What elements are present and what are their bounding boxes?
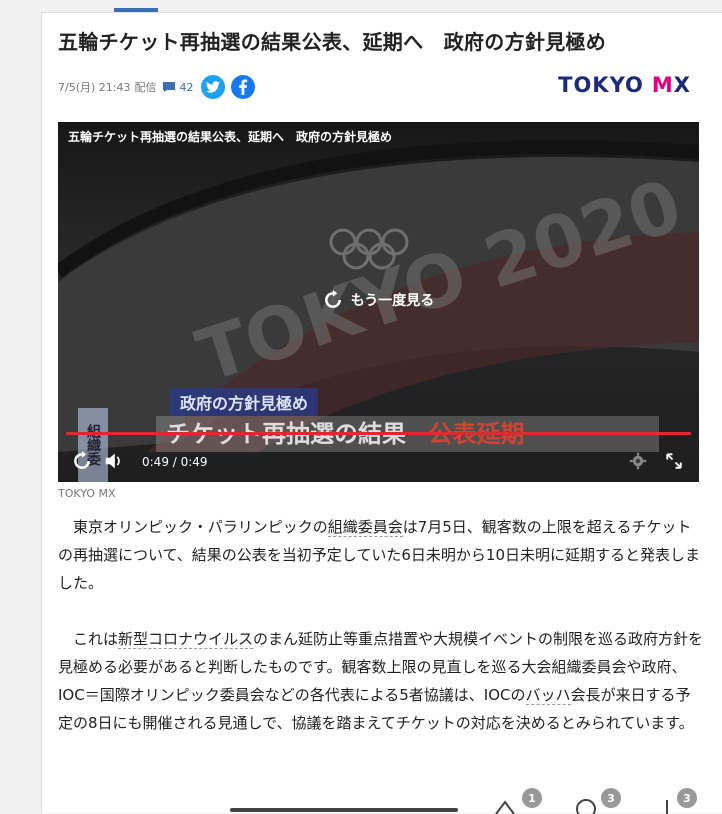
- article-title: 五輪チケット再抽選の結果公表、延期へ 政府の方針見極め: [58, 30, 607, 54]
- replay-icon: [324, 290, 341, 308]
- video-progress-bar[interactable]: [66, 432, 691, 435]
- replay-button[interactable]: もう一度見る: [58, 290, 699, 310]
- fullscreen-button[interactable]: [665, 452, 683, 473]
- replay-label: もう一度見る: [350, 293, 435, 309]
- image-credit: TOKYO MX: [58, 487, 116, 500]
- keyword-link[interactable]: バッハ: [525, 686, 571, 705]
- article-body: 東京オリンピック・パラリンピックの組織委員会は7月5日、観客数の上限を超えるチケ…: [58, 513, 704, 765]
- article-datetime: 7/5(月) 21:43: [58, 81, 131, 94]
- reaction-badge: 3: [677, 788, 697, 808]
- comment-icon: [163, 82, 176, 92]
- logo-text-tokyo: TOKYO: [558, 73, 644, 97]
- share-buttons: [201, 75, 256, 99]
- twitter-share-button[interactable]: [201, 75, 226, 99]
- comment-count: 42: [179, 80, 194, 94]
- replay-control[interactable]: [72, 450, 92, 474]
- facebook-icon: [239, 79, 248, 95]
- delivered-label: 配信: [134, 81, 157, 94]
- fullscreen-icon: [666, 452, 682, 469]
- volume-icon: [105, 453, 120, 468]
- paragraph-1: 東京オリンピック・パラリンピックの組織委員会は7月5日、観客数の上限を超えるチケ…: [58, 518, 700, 592]
- volume-button[interactable]: [104, 452, 124, 473]
- article-card: 五輪チケット再抽選の結果公表、延期へ 政府の方針見極め 7/5(月) 21:43…: [41, 12, 722, 813]
- logo-text-mx: MX: [651, 73, 691, 97]
- paragraph-2: これは新型コロナウイルスのまん延防止等重点措置や大規模イベントの制限を巡る政府方…: [58, 630, 704, 732]
- video-player[interactable]: TOKYO 2020 五輪チケット再抽選の結果公表、延期へ 政府の方針見極め も…: [58, 122, 699, 482]
- article-meta: 7/5(月) 21:43 配信 42: [58, 75, 256, 99]
- video-time: 0:49 / 0:49: [142, 455, 208, 469]
- facebook-share-button[interactable]: [231, 75, 256, 99]
- replay-small-icon: [74, 450, 90, 469]
- bottom-tab-bar[interactable]: [230, 808, 458, 812]
- gear-icon: [629, 452, 647, 469]
- telop-upper: 政府の方針見極め: [170, 388, 319, 416]
- tokyo-mx-logo[interactable]: TOKYO MX: [558, 73, 691, 97]
- comment-link[interactable]: 42: [162, 81, 193, 94]
- video-controls: 0:49 / 0:49: [58, 442, 699, 482]
- video-title: 五輪チケット再抽選の結果公表、延期へ 政府の方針見極め: [68, 130, 393, 144]
- reaction-badge: 3: [601, 788, 621, 808]
- keyword-link[interactable]: 新型コロナウイルス: [118, 630, 254, 649]
- keyword-link[interactable]: 組織委員会: [327, 518, 403, 537]
- twitter-icon: [206, 81, 221, 93]
- reaction-badge: 1: [522, 788, 542, 808]
- settings-button[interactable]: [629, 452, 647, 473]
